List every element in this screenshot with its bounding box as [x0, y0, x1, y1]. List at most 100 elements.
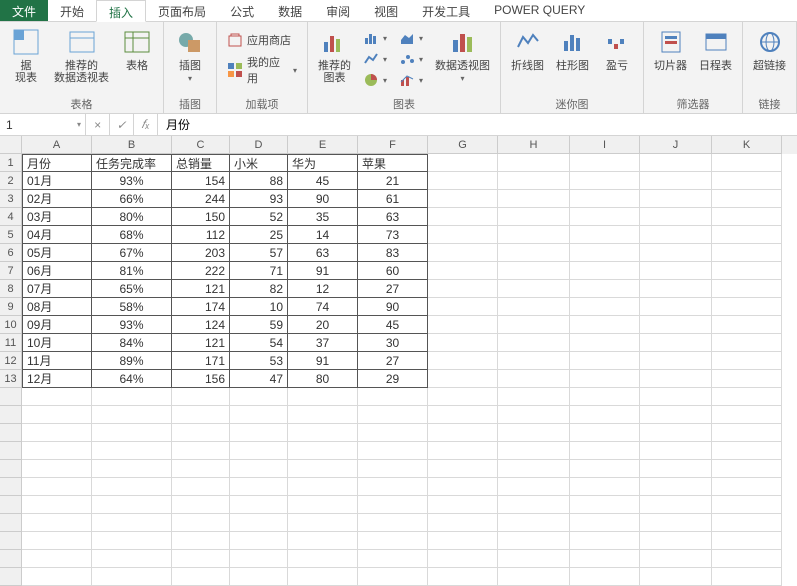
cell[interactable]: 82 [230, 280, 288, 298]
cell[interactable]: 月份 [22, 154, 92, 172]
cell[interactable]: 91 [288, 352, 358, 370]
cell[interactable] [570, 172, 640, 190]
cell[interactable]: 27 [358, 352, 428, 370]
cell[interactable] [172, 550, 230, 568]
cell[interactable] [172, 496, 230, 514]
pivot-chart-button[interactable]: 数据透视图▾ [431, 24, 494, 85]
cell[interactable] [498, 568, 570, 586]
cell[interactable] [712, 154, 782, 172]
col-header-F[interactable]: F [358, 136, 428, 154]
cell[interactable] [640, 262, 712, 280]
cell[interactable] [92, 568, 172, 586]
cell[interactable]: 37 [288, 334, 358, 352]
cell[interactable] [498, 424, 570, 442]
recommended-pivot-button[interactable]: 推荐的 数据透视表 [50, 24, 113, 86]
tab-view[interactable]: 视图 [362, 0, 410, 21]
cell[interactable] [428, 388, 498, 406]
col-header-H[interactable]: H [498, 136, 570, 154]
cell[interactable] [570, 460, 640, 478]
chart-line-button[interactable]: ▾ [359, 49, 391, 69]
cell[interactable]: 80 [288, 370, 358, 388]
cell[interactable] [640, 244, 712, 262]
cell[interactable] [428, 280, 498, 298]
cell[interactable]: 53 [230, 352, 288, 370]
cell[interactable] [172, 514, 230, 532]
cell[interactable]: 01月 [22, 172, 92, 190]
cell[interactable] [498, 226, 570, 244]
enter-formula-button[interactable]: ✓ [110, 114, 134, 135]
cell[interactable] [712, 352, 782, 370]
cell[interactable] [640, 154, 712, 172]
store-button[interactable]: 应用商店 [223, 30, 301, 50]
cell[interactable] [428, 190, 498, 208]
row-header[interactable] [0, 496, 22, 514]
cell[interactable]: 11月 [22, 352, 92, 370]
cell[interactable] [22, 460, 92, 478]
cell[interactable] [712, 226, 782, 244]
cell[interactable] [22, 478, 92, 496]
cell[interactable] [92, 460, 172, 478]
cell[interactable] [172, 388, 230, 406]
cell[interactable] [498, 262, 570, 280]
cell[interactable]: 68% [92, 226, 172, 244]
cell[interactable] [498, 298, 570, 316]
cell[interactable]: 27 [358, 280, 428, 298]
cell[interactable] [570, 478, 640, 496]
chart-scatter-button[interactable]: ▾ [395, 49, 427, 69]
cell[interactable]: 60 [358, 262, 428, 280]
cell[interactable]: 83 [358, 244, 428, 262]
cell[interactable]: 73 [358, 226, 428, 244]
select-all-corner[interactable] [0, 136, 22, 154]
cell[interactable]: 84% [92, 334, 172, 352]
cell[interactable]: 244 [172, 190, 230, 208]
tab-powerquery[interactable]: POWER QUERY [482, 0, 597, 21]
cell[interactable]: 150 [172, 208, 230, 226]
illustrations-button[interactable]: 插图▾ [170, 24, 210, 85]
cell[interactable] [358, 388, 428, 406]
cell[interactable] [640, 478, 712, 496]
cell[interactable] [498, 478, 570, 496]
cell[interactable]: 174 [172, 298, 230, 316]
cell[interactable]: 09月 [22, 316, 92, 334]
cell[interactable] [288, 496, 358, 514]
cell[interactable] [570, 244, 640, 262]
cell[interactable] [570, 154, 640, 172]
cell[interactable] [428, 550, 498, 568]
cell[interactable]: 20 [288, 316, 358, 334]
cell[interactable]: 81% [92, 262, 172, 280]
row-header[interactable] [0, 568, 22, 586]
cell[interactable] [640, 208, 712, 226]
cell[interactable] [92, 406, 172, 424]
cell[interactable] [92, 478, 172, 496]
cell[interactable] [570, 388, 640, 406]
insert-function-button[interactable]: 𝑓ₓ [134, 114, 158, 135]
tab-insert[interactable]: 插入 [96, 0, 146, 22]
cell[interactable] [712, 460, 782, 478]
cell[interactable] [640, 568, 712, 586]
cell[interactable] [92, 496, 172, 514]
cell[interactable] [570, 442, 640, 460]
cell[interactable] [498, 370, 570, 388]
cell[interactable] [92, 424, 172, 442]
cell[interactable]: 66% [92, 190, 172, 208]
cell[interactable] [570, 424, 640, 442]
sparkline-winloss-button[interactable]: 盈亏 [597, 24, 637, 74]
cell[interactable] [640, 532, 712, 550]
cell[interactable]: 124 [172, 316, 230, 334]
cell[interactable] [570, 406, 640, 424]
cell[interactable]: 25 [230, 226, 288, 244]
cell[interactable] [172, 460, 230, 478]
cell[interactable] [172, 568, 230, 586]
cell[interactable] [640, 514, 712, 532]
cell[interactable] [428, 532, 498, 550]
cell[interactable] [712, 550, 782, 568]
cell[interactable] [712, 316, 782, 334]
cell[interactable] [92, 532, 172, 550]
cell[interactable] [22, 514, 92, 532]
cell[interactable] [712, 514, 782, 532]
row-header[interactable]: 7 [0, 262, 22, 280]
cell[interactable]: 任务完成率 [92, 154, 172, 172]
cell[interactable] [428, 460, 498, 478]
row-header[interactable]: 6 [0, 244, 22, 262]
slicer-button[interactable]: 切片器 [650, 24, 691, 74]
